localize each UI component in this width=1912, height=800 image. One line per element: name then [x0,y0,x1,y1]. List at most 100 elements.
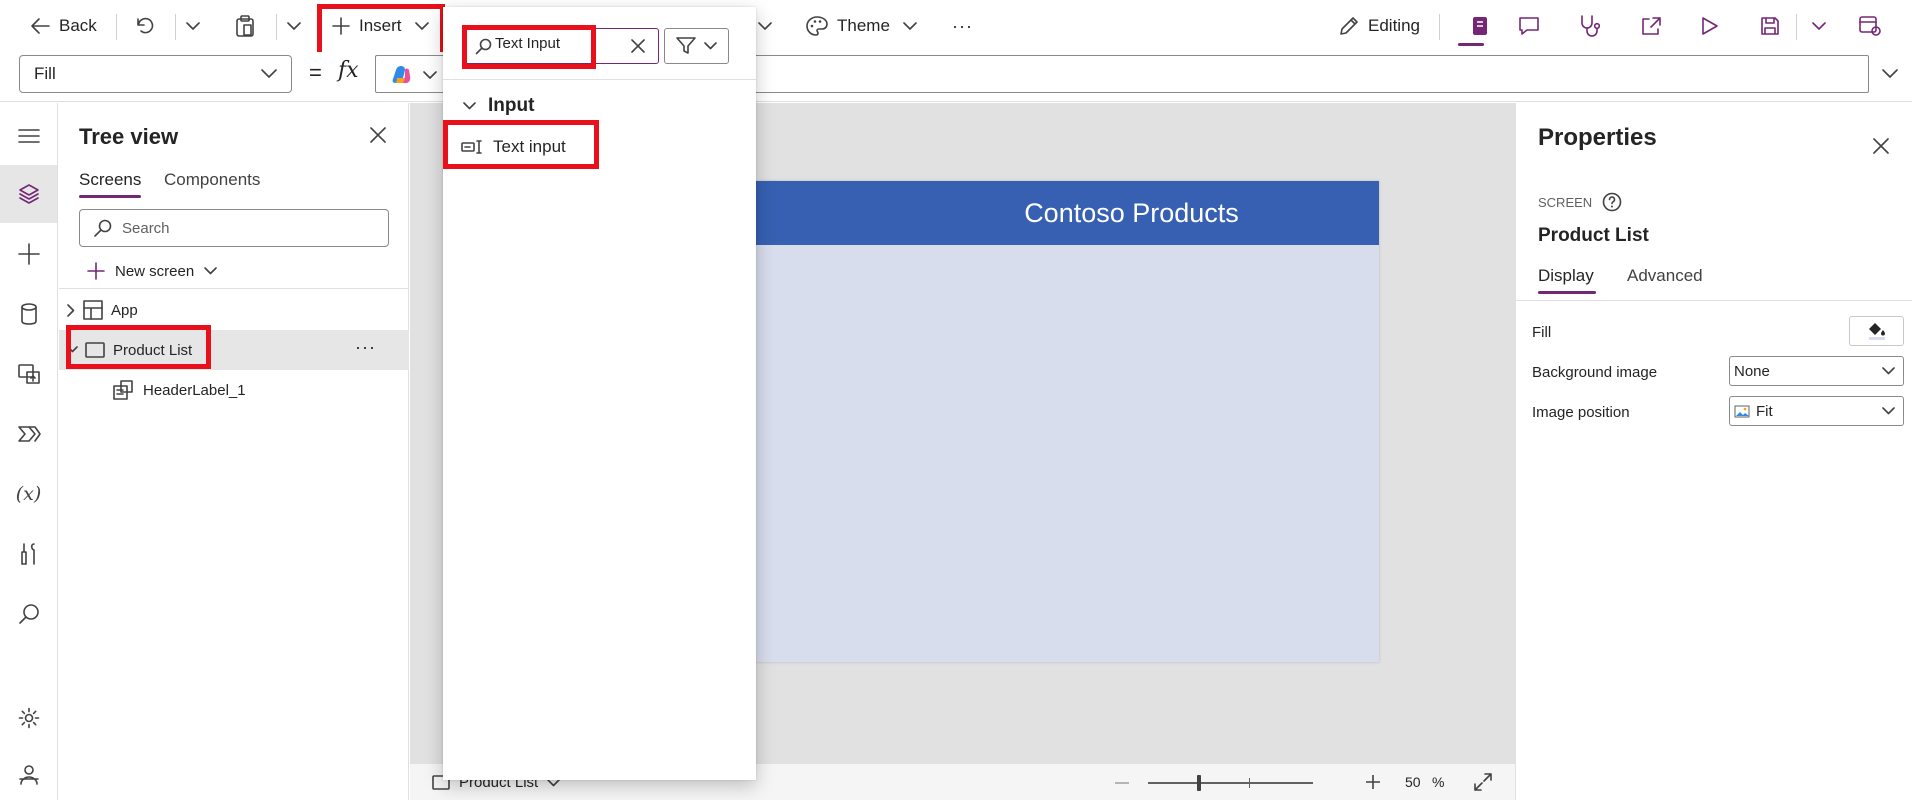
tree-search-input[interactable]: Search [79,209,389,247]
publish-button[interactable] [1858,0,1882,52]
fit-to-window-icon[interactable] [1474,773,1492,791]
chevron-down-icon [414,21,429,30]
more-button[interactable]: ··· [952,0,973,52]
stethoscope-icon [1581,15,1600,37]
media-icon [17,364,40,384]
settings-button[interactable] [0,689,57,747]
property-selector-value: Fill [34,64,56,83]
app-checker-button[interactable] [1578,0,1600,52]
chevron-down-icon [463,102,476,110]
tree-node-app[interactable]: App [59,290,409,330]
clipboard-icon [236,15,254,37]
tab-advanced[interactable]: Advanced [1627,266,1703,286]
input-group-header[interactable]: Input [463,95,534,117]
database-icon [20,303,37,325]
zoom-slider-thumb[interactable] [1197,775,1201,791]
editing-mode-button[interactable]: Editing [1339,0,1420,52]
plus-icon [17,243,40,265]
divider [175,14,176,40]
search-rail-button[interactable] [0,585,57,643]
fill-color-picker[interactable] [1849,316,1904,346]
save-icon [1761,17,1779,35]
hidden-dropdown[interactable] [758,0,772,52]
filter-button[interactable] [664,28,729,64]
play-icon [1702,17,1718,35]
zoom-out-icon[interactable] [1115,782,1129,784]
divider [1516,300,1912,301]
text-input-icon [461,140,482,154]
help-icon[interactable] [1602,192,1622,212]
back-button[interactable]: Back [30,0,97,52]
variables-button[interactable]: (x) [0,465,57,523]
back-label: Back [59,16,97,35]
theme-button[interactable]: Theme [806,0,917,52]
fx-icon: fx [338,58,359,83]
gear-icon [18,707,39,729]
insert-item-text-input[interactable]: Text input [461,129,731,165]
data-button[interactable] [0,285,57,343]
tree-node-label: HeaderLabel_1 [143,381,246,399]
palette-icon [806,16,828,36]
header-label[interactable]: Contoso Products [694,181,1379,245]
zoom-slider[interactable] [1148,782,1313,784]
tree-view-panel: Tree view Screens Components Search New … [59,103,409,800]
tree-view-button[interactable] [0,165,57,223]
expand-formula-chevron-icon[interactable] [1882,69,1898,79]
power-automate-button[interactable] [0,405,57,463]
tab-components[interactable]: Components [164,170,260,190]
command-bar: Back Insert Theme ··· Editing [0,0,1912,57]
new-screen-button[interactable]: New screen [87,257,218,285]
theme-label: Theme [837,16,890,35]
advanced-tools-button[interactable] [0,525,57,583]
insert-search-input[interactable] [463,28,659,64]
pencil-icon [1340,17,1358,35]
tree-node-product-list[interactable]: Product List ··· [59,330,409,370]
close-icon[interactable] [370,127,386,143]
clear-search-icon[interactable] [631,39,645,53]
close-icon[interactable] [1873,138,1889,154]
label-control-icon [113,380,133,400]
image-position-dropdown[interactable]: Fit [1729,396,1904,426]
undo-button[interactable] [135,0,155,52]
insert-rail-button[interactable] [0,225,57,283]
background-image-dropdown[interactable]: None [1729,356,1904,386]
notebook-icon [1473,17,1487,35]
screen-type-row: SCREEN [1538,192,1622,212]
tab-screens[interactable]: Screens [79,170,141,190]
properties-title: Properties [1538,124,1657,151]
virtual-agent-button[interactable] [0,746,57,800]
header-label-text: Contoso Products [1024,197,1239,228]
zoom-in-icon[interactable] [1366,775,1380,789]
menu-icon [17,129,40,143]
insert-item-label: Text input [493,137,566,156]
divider [1796,14,1797,40]
media-button[interactable] [0,345,57,403]
insert-button[interactable]: Insert [332,0,429,52]
paste-button[interactable] [235,0,255,52]
image-icon [1734,405,1750,417]
chevron-right-icon [67,303,75,317]
chevron-down-icon [1812,21,1826,30]
tree-node-headerlabel[interactable]: HeaderLabel_1 [59,370,409,410]
variables-icon: (x) [15,483,42,505]
chevron-down-icon [186,21,200,30]
hamburger-menu-button[interactable] [0,107,57,165]
fill-label: Fill [1532,324,1552,341]
flow-icon [17,426,41,442]
property-selector[interactable]: Fill [19,55,292,93]
undo-dropdown[interactable] [186,0,200,52]
save-dropdown[interactable] [1812,0,1826,52]
share-button[interactable] [1640,0,1662,52]
app-screen-preview[interactable]: Contoso Products [694,181,1379,662]
save-button[interactable] [1760,0,1780,52]
paste-dropdown[interactable] [287,0,301,52]
tree-node-label: Product List [113,341,193,359]
screen-name: Product List [1538,225,1649,246]
editing-label: Editing [1368,16,1420,35]
tab-display[interactable]: Display [1538,266,1594,286]
more-options-button[interactable]: ··· [355,337,376,358]
insert-flyout: Text Input Input Text input [443,7,756,780]
more-label: ··· [952,15,973,36]
comments-button[interactable] [1518,0,1540,52]
preview-button[interactable] [1701,0,1719,52]
